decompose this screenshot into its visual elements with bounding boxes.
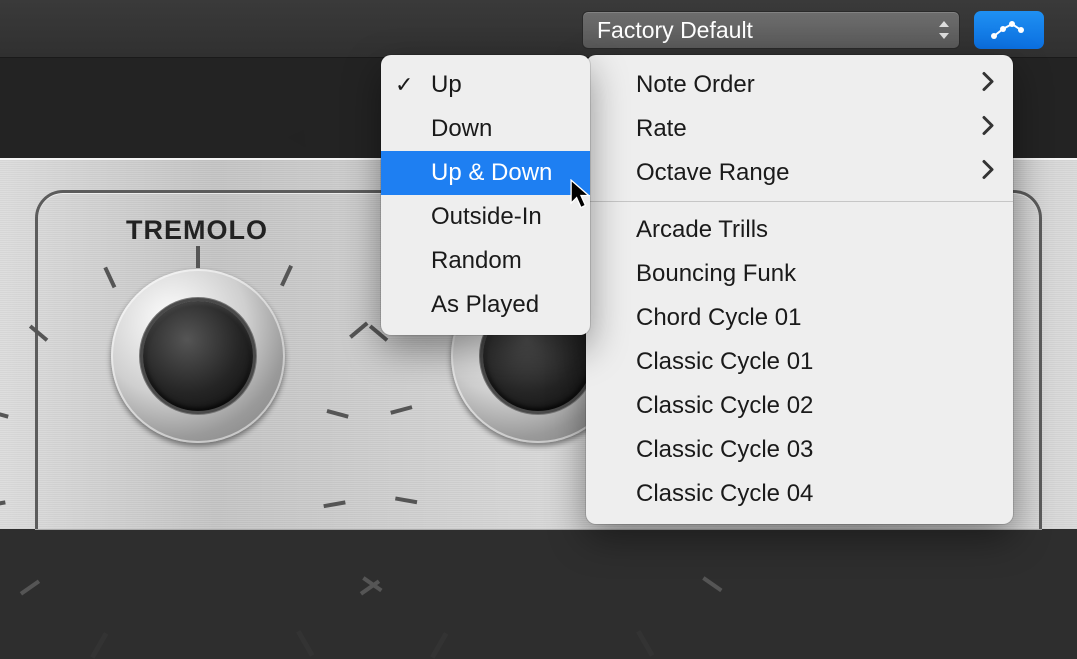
menu-item-note-order[interactable]: Note Order [586, 63, 1013, 107]
preset-item-label: Arcade Trills [636, 216, 768, 244]
submenu-item-outside-in[interactable]: Outside-In [381, 195, 590, 239]
preset-item[interactable]: Classic Cycle 03 [586, 428, 1013, 472]
preset-item-label: Chord Cycle 01 [636, 304, 801, 332]
menu-separator [586, 201, 1013, 202]
toolbar: Factory Default [0, 0, 1077, 58]
knob-tick [0, 500, 6, 508]
knob-tick [636, 630, 654, 657]
preset-item[interactable]: Classic Cycle 02 [586, 384, 1013, 428]
preset-item-label: Classic Cycle 04 [636, 480, 813, 508]
submenu-item-label: Random [431, 247, 522, 275]
check-icon: ✓ [395, 72, 413, 98]
preset-item-label: Classic Cycle 01 [636, 348, 813, 376]
preset-dropdown[interactable]: Factory Default [582, 11, 960, 49]
tremolo-knob[interactable] [93, 251, 303, 461]
preset-item[interactable]: Classic Cycle 01 [586, 340, 1013, 384]
menu-item-label: Note Order [636, 71, 755, 99]
knob-tick [323, 500, 345, 508]
chevron-right-icon [981, 71, 995, 100]
chevron-right-icon [981, 159, 995, 188]
preset-item-label: Classic Cycle 02 [636, 392, 813, 420]
knob-tick [702, 576, 722, 592]
preset-item[interactable]: Arcade Trills [586, 208, 1013, 252]
submenu-item-label: Down [431, 115, 492, 143]
submenu-item-label: Outside-In [431, 203, 542, 231]
updown-arrows-icon [937, 21, 951, 39]
knob-tick [280, 265, 293, 287]
preset-item-label: Bouncing Funk [636, 260, 796, 288]
arp-icon [989, 20, 1029, 40]
knob-tick [395, 496, 417, 504]
knob-tick [29, 325, 48, 342]
submenu-item-up-down[interactable]: Up & Down [381, 151, 590, 195]
knob-cap [143, 301, 253, 411]
submenu-item-up[interactable]: ✓ Up [381, 63, 590, 107]
menu-item-label: Rate [636, 115, 687, 143]
menu-item-octave-range[interactable]: Octave Range [586, 151, 1013, 195]
note-order-submenu[interactable]: ✓ Up Down Up & Down Outside-In Random As Playe… [381, 55, 590, 335]
submenu-item-as-played[interactable]: As Played [381, 283, 590, 327]
preset-item[interactable]: Classic Cycle 04 [586, 472, 1013, 516]
menu-item-rate[interactable]: Rate [586, 107, 1013, 151]
submenu-item-label: Up [431, 71, 462, 99]
menu-item-label: Octave Range [636, 159, 789, 187]
knob-tick [390, 405, 412, 415]
knob-tick [90, 632, 108, 659]
knob-tick [430, 632, 448, 659]
arpeggiator-button[interactable] [974, 11, 1044, 49]
knob-tick [349, 322, 368, 339]
submenu-item-random[interactable]: Random [381, 239, 590, 283]
knob-tick [196, 246, 200, 268]
preset-item-label: Classic Cycle 03 [636, 436, 813, 464]
knob-tick [296, 630, 314, 657]
chevron-right-icon [981, 115, 995, 144]
preset-item[interactable]: Bouncing Funk [586, 252, 1013, 296]
knob-tick [326, 409, 348, 419]
knob-tick [103, 267, 116, 289]
submenu-item-down[interactable]: Down [381, 107, 590, 151]
tremolo-label: TREMOLO [126, 215, 268, 246]
preset-item[interactable]: Chord Cycle 01 [586, 296, 1013, 340]
submenu-item-label: As Played [431, 291, 539, 319]
knob-tick [0, 409, 9, 419]
preset-dropdown-label: Factory Default [597, 17, 753, 44]
submenu-item-label: Up & Down [431, 159, 552, 187]
knob-tick [20, 580, 40, 596]
preset-menu[interactable]: Note Order Rate Octave Range Arcade Trills B… [586, 55, 1013, 524]
